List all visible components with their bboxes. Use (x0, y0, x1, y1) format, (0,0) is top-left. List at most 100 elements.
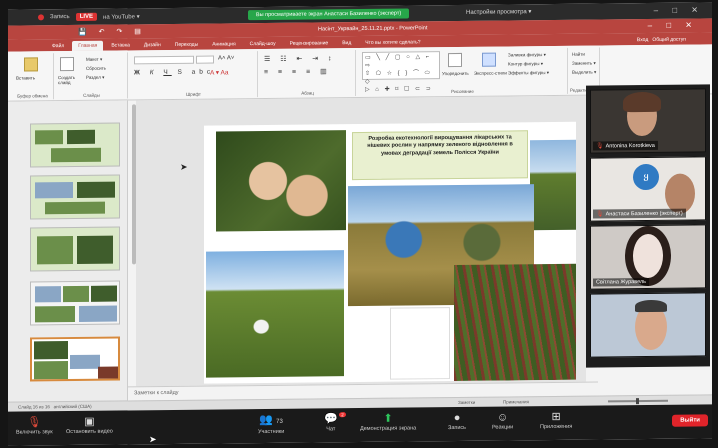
thumbnail-image (67, 129, 95, 145)
ppt-window-controls[interactable]: – □ ✕ (648, 20, 698, 30)
thumbnail-image (98, 366, 118, 379)
smile-icon: ☺ (497, 411, 509, 424)
thumbnail-image (79, 305, 117, 322)
select-button[interactable]: Выделить ▾ (572, 70, 596, 76)
stop-video-button[interactable]: ▣ Остановить видео (66, 415, 113, 435)
quick-styles-button[interactable]: Экспресс-стили (474, 70, 507, 75)
view-options-button[interactable]: Настройки просмотра ▾ (466, 8, 531, 16)
camera-icon: ▣ (84, 415, 95, 428)
tab-design[interactable]: Дизайн (138, 40, 167, 50)
participants-count: 73 (276, 418, 283, 425)
mic-muted-icon: 🎙 (596, 143, 604, 150)
thumbnail-image (77, 235, 113, 264)
list-icons[interactable]: ☰ ☷ ⇤ ⇥ ↕ (264, 54, 336, 63)
slide-title-box[interactable]: Розробка екотехнології вирощування лікар… (352, 130, 528, 181)
thumbnail-image (70, 354, 100, 370)
share-screen-button[interactable]: ⬆ Демонстрация экрана (360, 411, 416, 432)
participant-tile[interactable] (590, 292, 706, 358)
leave-button[interactable]: Выйти (672, 414, 708, 427)
participant-name-tag: Світлана Журавель (593, 277, 650, 287)
clipboard-group: Вставить Буфер обмена (12, 53, 54, 100)
thumbnail-image (91, 285, 117, 302)
mouse-cursor-icon: ➤ (149, 434, 157, 445)
font-grow-icon[interactable]: A˄ A˅ (218, 55, 234, 61)
live-badge[interactable]: LIVE (75, 12, 98, 21)
paste-icon[interactable] (24, 57, 38, 72)
participant-tile[interactable]: 🎙 Antonina Korotkieva (590, 88, 706, 154)
clipboard-group-label: Буфер обмена (17, 93, 48, 99)
arrange-button[interactable]: Упорядочить (442, 71, 469, 76)
share-screen-icon: ⬆ (383, 412, 393, 425)
tab-animations[interactable]: Анимация (206, 39, 241, 49)
font-size-input[interactable] (196, 55, 214, 64)
tab-insert[interactable]: Вставка (105, 40, 136, 50)
slide-thumbnail[interactable]: 12 (30, 122, 120, 168)
slide-thumbnail-selected[interactable]: 16 (30, 336, 120, 382)
shape-outline-button[interactable]: Контур фигуры ▾ (508, 61, 543, 67)
comments-toggle[interactable]: Примечания (503, 399, 529, 404)
font-format-icons[interactable]: Ж К Ч S abc (134, 69, 214, 77)
photo-hands-seeds[interactable] (216, 130, 346, 232)
find-button[interactable]: Найти (572, 52, 585, 57)
record-label-bottom: Запись (448, 424, 467, 432)
tell-me-search[interactable]: Что вы хотите сделать? (359, 37, 426, 48)
zoom-window-controls[interactable]: – □ ✕ (654, 5, 704, 15)
slide-thumbnail[interactable]: 14 (30, 226, 120, 272)
slide-thumbnail[interactable]: 13 (30, 174, 120, 220)
participant-tile[interactable]: Світлана Журавель (590, 224, 706, 290)
slide-thumbnail[interactable]: 15 (30, 280, 120, 326)
new-slide-icon[interactable] (60, 56, 74, 72)
thumbnail-image (34, 361, 68, 380)
tab-file[interactable]: Файл (46, 41, 70, 51)
font-group: A˄ A˅ Ж К Ч S abc A ▾ Aa Шрифт (130, 51, 258, 99)
zoom-slider-knob[interactable] (636, 398, 639, 405)
tab-slideshow[interactable]: Слайд-шоу (244, 39, 282, 49)
participant-hair (623, 91, 661, 113)
participants-panel: 🎙 Antonina Korotkieva ყ 🎙 Анастаси Базилен… (586, 84, 710, 368)
chat-label: Чат (326, 426, 336, 433)
mic-off-icon: 🎙 (27, 416, 42, 429)
font-name-input[interactable] (134, 55, 194, 65)
thumbnail-image (35, 130, 63, 145)
youtube-label[interactable]: на YouTube ▾ (103, 13, 140, 20)
quick-access-icons[interactable]: 💾 ↶ ↷ ▤ (78, 27, 146, 36)
arrange-icon[interactable] (448, 52, 462, 68)
notes-toggle[interactable]: Заметки (458, 400, 475, 405)
thumbnail-image (63, 285, 89, 303)
language-label[interactable]: английский (США) (54, 404, 92, 409)
tab-view[interactable]: Вид (336, 38, 357, 48)
thumbnail-image (35, 305, 75, 323)
font-color-icon[interactable]: A ▾ Aa (210, 68, 228, 76)
new-slide-button[interactable]: Создать слайд (58, 75, 86, 85)
reset-button[interactable]: Сбросить (86, 66, 106, 71)
tab-home[interactable]: Главная (72, 40, 104, 52)
shapes-gallery[interactable]: ▭ ╲ ╱ ▢ ○ △ ⌐ ⇨ ⇧ ⬠ ☆ { } ⌒ ⬭ ◇ ▷ ⌂ ✚ ⌑ ☐ … (362, 51, 440, 93)
quick-styles-icon[interactable] (482, 52, 496, 67)
section-button[interactable]: Раздел ▾ (86, 75, 104, 81)
share-screen-label: Демонстрация экрана (360, 425, 417, 432)
photo-man-in-field[interactable] (206, 250, 344, 378)
apps-button[interactable]: ⊞ Приложения (540, 410, 572, 430)
sign-in-link[interactable]: Вход (637, 37, 648, 43)
participant-name: Світлана Журавель (596, 279, 647, 286)
shape-fill-button[interactable]: Заливка фигуры ▾ (508, 52, 546, 58)
paste-button[interactable]: Вставить (16, 75, 35, 80)
participant-tile[interactable]: ყ 🎙 Анастаси Базиленко (эксперт) (590, 156, 706, 222)
unmute-button[interactable]: 🎙 Включить звук (16, 415, 53, 435)
layout-button[interactable]: Макет ▾ (86, 57, 102, 63)
record-label[interactable]: Запись (50, 14, 70, 20)
blank-placeholder (390, 307, 450, 380)
participants-button[interactable]: 👥 73 Участники (258, 413, 284, 435)
tab-review[interactable]: Рецензирование (284, 38, 335, 49)
photo-man-crop[interactable] (530, 139, 576, 231)
replace-button[interactable]: Заменить ▾ (572, 61, 596, 67)
tab-transitions[interactable]: Переходы (169, 40, 204, 50)
paragraph-group-label: Абзац (301, 90, 314, 96)
chat-button[interactable]: 💬 2 Чат (324, 412, 346, 433)
reactions-button[interactable]: ☺ Реакции (492, 410, 513, 430)
align-icons[interactable]: ≡ ≡ ≡ ≡ ▥ (264, 67, 331, 76)
record-button[interactable]: ● Запись (448, 411, 466, 431)
photo-amaranth[interactable] (454, 263, 576, 382)
shape-effects-button[interactable]: Эффекты фигуры ▾ (508, 70, 549, 76)
share-link[interactable]: Общий доступ (652, 37, 686, 43)
